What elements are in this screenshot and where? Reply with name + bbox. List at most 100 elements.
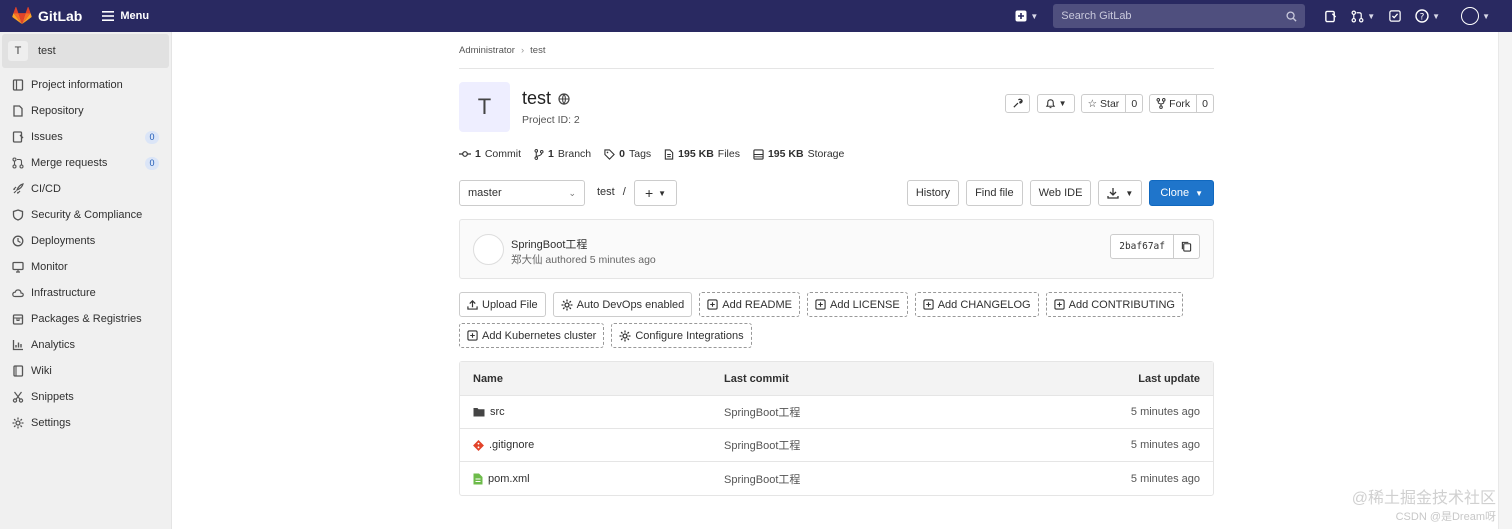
fork-button[interactable]: Fork xyxy=(1149,94,1198,113)
add-readme-label: Add README xyxy=(722,298,792,311)
sidebar-item-repository[interactable]: Repository xyxy=(0,98,171,124)
sidebar-item-monitor[interactable]: Monitor xyxy=(0,254,171,280)
storage-stat[interactable]: 195 KB Storage xyxy=(753,148,844,160)
star-button[interactable]: ☆ Star xyxy=(1080,94,1127,113)
add-changelog-button[interactable]: Add CHANGELOG xyxy=(914,292,1039,317)
last-commit-cell[interactable]: SpringBoot工程 xyxy=(724,404,800,420)
project-stats: 1 Commit 1 Branch 0 Tags 195 KB Files 19… xyxy=(459,148,857,160)
commits-stat[interactable]: 1 Commit xyxy=(459,148,521,160)
add-to-tree-button[interactable]: + ▼ xyxy=(634,180,677,206)
help-nav-button[interactable]: ? ▼ xyxy=(1415,9,1440,23)
sidebar-item-snippets[interactable]: Snippets xyxy=(0,384,171,410)
watermark-line-2: CSDN @是Dream呀 xyxy=(1395,511,1496,523)
sidebar-item-ci-cd[interactable]: CI/CD xyxy=(0,176,171,202)
sidebar-item-analytics[interactable]: Analytics xyxy=(0,332,171,358)
auto-devops-button[interactable]: Auto DevOps enabled xyxy=(552,292,693,317)
file-tree-table: Name Last commit Last update src SpringB… xyxy=(459,361,1214,496)
sidebar-item-settings[interactable]: Settings xyxy=(0,410,171,436)
commit-title[interactable]: SpringBoot工程 xyxy=(511,236,587,252)
upload-file-button[interactable]: Upload File xyxy=(459,292,546,317)
storage-size: 195 KB xyxy=(767,148,804,160)
plus-icon: + xyxy=(644,185,654,201)
user-menu-button[interactable]: ▼ xyxy=(1461,7,1490,25)
find-file-button[interactable]: Find file xyxy=(966,180,1023,206)
project-sidebar: T test Project information Repository Is… xyxy=(0,32,172,529)
tags-label: Tags xyxy=(628,148,652,160)
repo-path-name[interactable]: test xyxy=(597,186,615,198)
web-ide-button[interactable]: Web IDE xyxy=(1029,180,1092,206)
download-button[interactable]: ▼ xyxy=(1098,180,1143,206)
add-contributing-button[interactable]: Add CONTRIBUTING xyxy=(1045,292,1183,317)
branches-label: Branch xyxy=(557,148,592,160)
sidebar-item-wiki[interactable]: Wiki xyxy=(0,358,171,384)
sidebar-item-infrastructure[interactable]: Infrastructure xyxy=(0,280,171,306)
chevron-down-icon: ▼ xyxy=(1432,11,1441,21)
last-commit-cell[interactable]: SpringBoot工程 xyxy=(724,471,800,487)
bell-icon xyxy=(1045,99,1055,109)
files-stat[interactable]: 195 KB Files xyxy=(664,148,740,160)
table-row[interactable]: pom.xml SpringBoot工程 5 minutes ago xyxy=(460,462,1213,495)
repo-path-separator: / xyxy=(622,186,626,198)
branches-stat[interactable]: 1 Branch xyxy=(534,148,591,160)
add-kubernetes-button[interactable]: Add Kubernetes cluster xyxy=(459,323,605,348)
plus-square-icon xyxy=(923,299,934,310)
clone-button[interactable]: Clone ▼ xyxy=(1149,180,1214,206)
sidebar-project-header[interactable]: T test xyxy=(2,34,169,68)
last-update-cell: 5 minutes ago xyxy=(1130,406,1200,418)
chevron-down-icon: ▼ xyxy=(1482,11,1490,21)
todos-nav-button[interactable] xyxy=(1389,10,1401,22)
admin-settings-button[interactable] xyxy=(1004,94,1030,113)
breadcrumb-link-test[interactable]: test xyxy=(530,45,545,56)
gitlab-logo[interactable]: GitLab xyxy=(12,7,82,25)
sidebar-item-label: Merge requests xyxy=(31,157,108,169)
user-avatar xyxy=(1461,7,1480,25)
configure-integrations-button[interactable]: Configure Integrations xyxy=(611,323,752,348)
hamburger-icon xyxy=(102,11,115,21)
menu-button[interactable]: Menu xyxy=(102,10,149,22)
commit-sha[interactable]: 2baf67af xyxy=(1110,234,1174,259)
sidebar-item-security-compliance[interactable]: Security & Compliance xyxy=(0,202,171,228)
files-icon xyxy=(664,148,674,160)
commit-author-avatar[interactable] xyxy=(473,234,504,265)
file-name: pom.xml xyxy=(488,472,530,485)
file-name-cell[interactable]: src xyxy=(473,406,505,418)
sidebar-item-merge-requests[interactable]: Merge requests 0 xyxy=(0,150,171,176)
file-name-cell[interactable]: .gitignore xyxy=(473,439,534,451)
merge-requests-nav-button[interactable]: ▼ xyxy=(1351,10,1375,23)
sidebar-item-packages-registries[interactable]: Packages & Registries xyxy=(0,306,171,332)
sidebar-item-issues[interactable]: Issues 0 xyxy=(0,124,171,150)
add-readme-button[interactable]: Add README xyxy=(699,292,800,317)
sidebar-item-deployments[interactable]: Deployments xyxy=(0,228,171,254)
quick-actions-row-1: Upload File Auto DevOps enabled Add READ… xyxy=(459,292,1190,317)
history-button[interactable]: History xyxy=(906,180,960,206)
table-row[interactable]: .gitignore SpringBoot工程 5 minutes ago xyxy=(460,429,1213,462)
new-dropdown-button[interactable]: ▼ xyxy=(1015,10,1038,22)
sidebar-item-label: Snippets xyxy=(31,391,74,403)
sidebar-item-label: Issues xyxy=(31,131,63,143)
copy-sha-button[interactable] xyxy=(1174,234,1200,259)
file-name-cell[interactable]: pom.xml xyxy=(473,473,530,485)
last-commit-cell[interactable]: SpringBoot工程 xyxy=(724,437,800,453)
files-label: Files xyxy=(717,148,740,160)
plus-square-icon xyxy=(467,330,478,341)
gear-icon xyxy=(12,417,24,429)
search-input[interactable]: Search GitLab xyxy=(1053,4,1306,28)
notification-button[interactable]: ▼ xyxy=(1036,94,1075,113)
issues-nav-button[interactable] xyxy=(1324,10,1337,23)
tags-count: 0 xyxy=(619,148,625,160)
branch-selector[interactable]: master ⌄ xyxy=(459,180,585,206)
sidebar-item-project-information[interactable]: Project information xyxy=(0,72,171,98)
sidebar-item-label: Project information xyxy=(31,79,123,91)
folder-icon xyxy=(473,408,485,417)
add-license-button[interactable]: Add LICENSE xyxy=(806,292,908,317)
search-icon xyxy=(1286,10,1297,22)
star-count[interactable]: 0 xyxy=(1126,94,1144,113)
breadcrumb-link-administrator[interactable]: Administrator xyxy=(459,45,515,56)
add-contributing-label: Add CONTRIBUTING xyxy=(1068,298,1175,311)
page-scrollbar[interactable] xyxy=(1498,32,1512,529)
table-row[interactable]: src SpringBoot工程 5 minutes ago xyxy=(460,396,1213,429)
plus-square-icon xyxy=(1053,299,1065,310)
project-id: Project ID: 2 xyxy=(522,114,580,126)
fork-count[interactable]: 0 xyxy=(1197,94,1214,113)
tags-stat[interactable]: 0 Tags xyxy=(604,148,651,160)
